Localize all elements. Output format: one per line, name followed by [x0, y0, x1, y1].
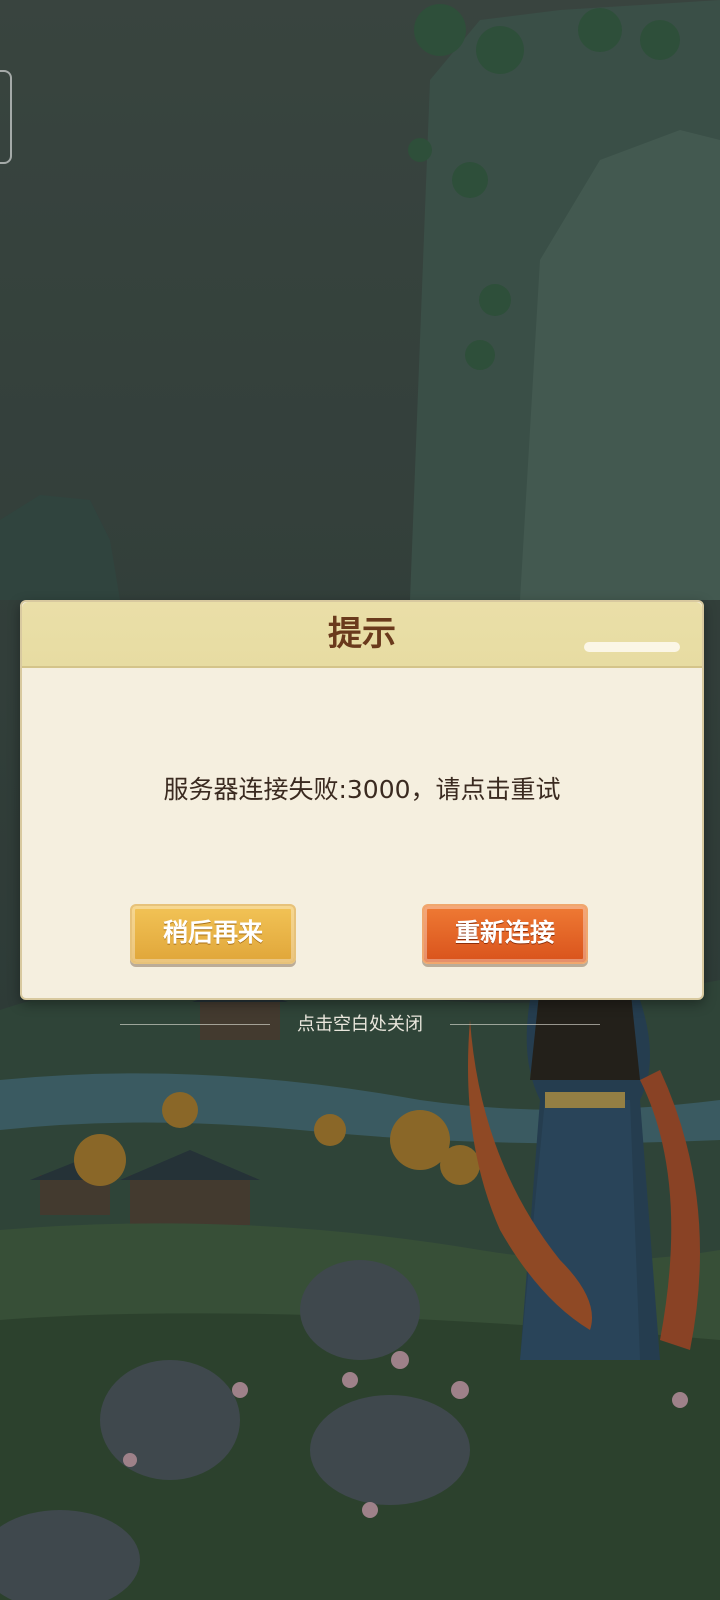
- reconnect-button[interactable]: 重新连接: [422, 904, 588, 964]
- close-hint: 点击空白处关闭: [120, 1010, 600, 1040]
- side-edge-tab[interactable]: [0, 70, 12, 164]
- header-decoration: [584, 642, 680, 652]
- later-button[interactable]: 稍后再来: [130, 904, 296, 964]
- hint-divider-right: [450, 1024, 600, 1025]
- alert-dialog: 提示 服务器连接失败:3000，请点击重试 稍后再来 重新连接: [20, 600, 704, 1000]
- dialog-message: 服务器连接失败:3000，请点击重试: [163, 775, 561, 804]
- dialog-title: 提示: [328, 614, 396, 654]
- close-hint-text: 点击空白处关闭: [297, 1014, 423, 1035]
- dialog-header: 提示: [22, 602, 702, 668]
